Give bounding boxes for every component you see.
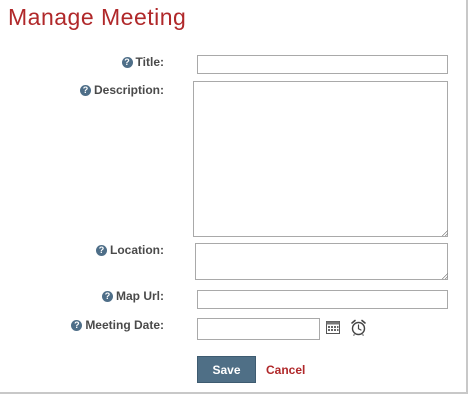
meeting-date-input[interactable] [197, 318, 320, 340]
description-textarea[interactable] [193, 81, 448, 237]
page-title: Manage Meeting [8, 4, 187, 30]
help-icon[interactable]: ? [79, 84, 91, 96]
meeting-date-label: Meeting Date: [85, 318, 164, 332]
title-input[interactable] [197, 55, 448, 74]
help-icon[interactable]: ? [102, 290, 113, 302]
calendar-icon[interactable] [326, 321, 340, 334]
map-url-label-group: ? Map Url: [102, 289, 164, 303]
cancel-link[interactable]: Cancel [266, 363, 305, 377]
description-label: Description: [93, 83, 164, 97]
location-label: Location: [110, 243, 164, 257]
description-label-group: ? Description: [79, 83, 164, 97]
title-label-group: ? Title: [121, 55, 164, 69]
map-url-input[interactable] [197, 290, 448, 309]
clock-icon[interactable] [350, 319, 367, 336]
map-url-label: Map Url: [116, 289, 164, 303]
title-label: Title: [135, 55, 164, 69]
help-icon[interactable]: ? [121, 56, 133, 68]
meeting-date-label-group: ? Meeting Date: [71, 318, 164, 332]
help-icon[interactable]: ? [96, 244, 107, 256]
help-icon[interactable]: ? [71, 319, 83, 331]
location-textarea[interactable] [195, 243, 448, 280]
location-label-group: ? Location: [96, 243, 164, 257]
save-button[interactable]: Save [197, 356, 256, 383]
